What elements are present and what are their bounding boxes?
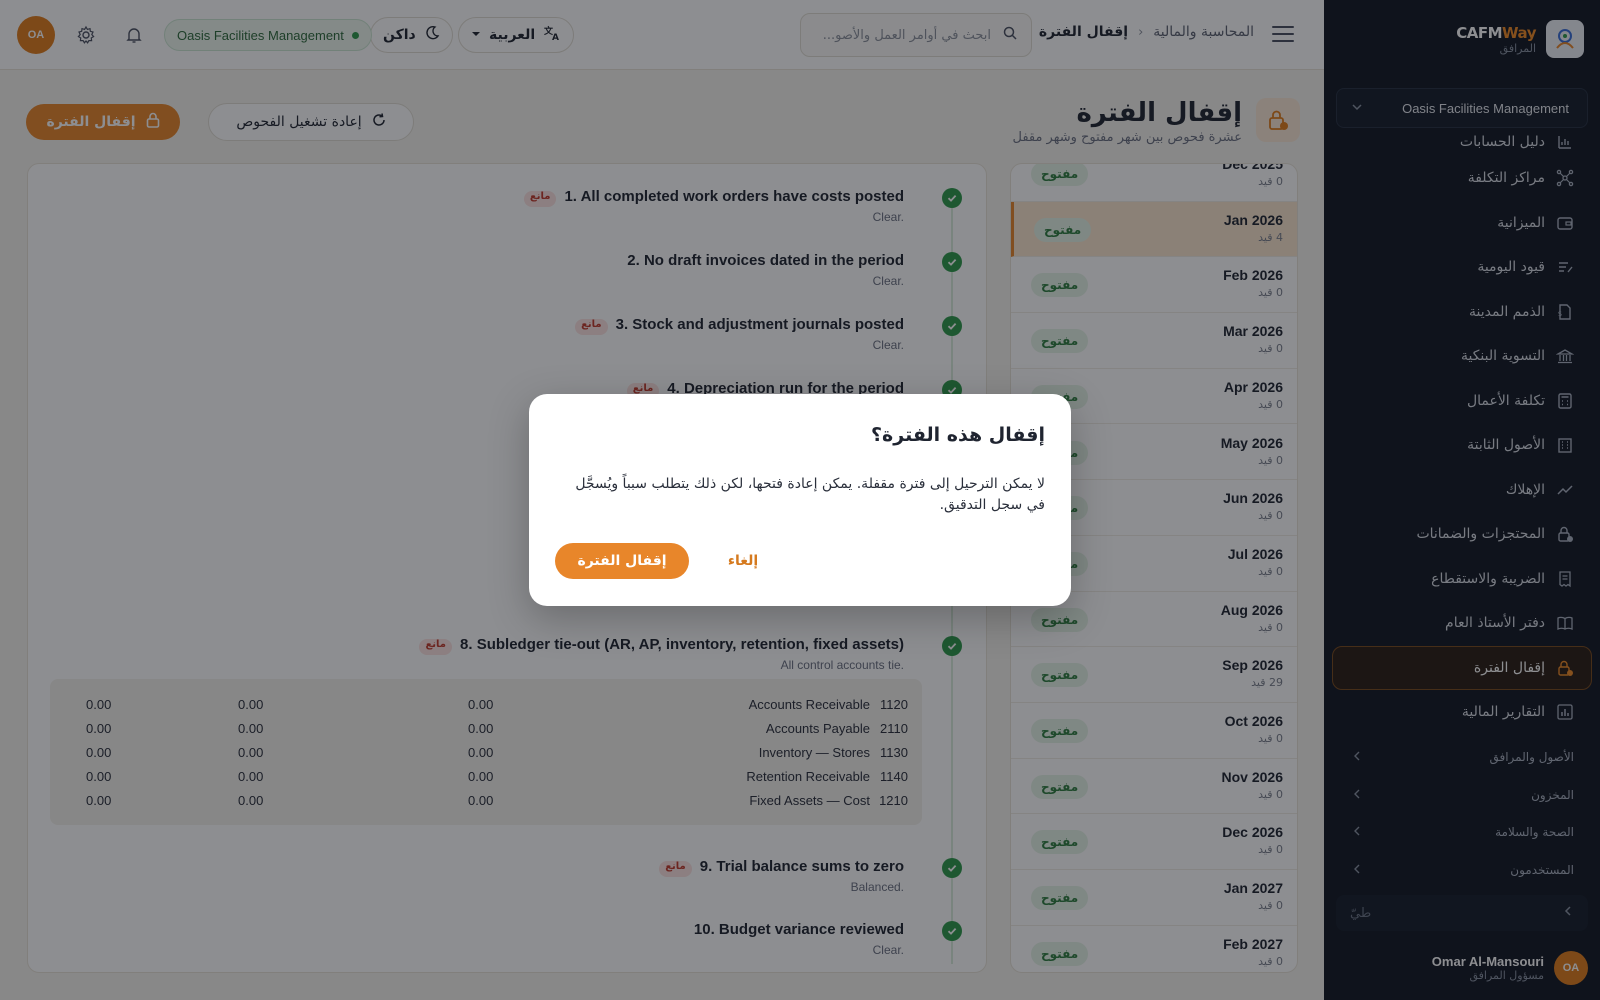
- cancel-button[interactable]: إلغاء: [713, 543, 773, 579]
- confirm-close-dialog: إقفال هذه الفترة؟ لا يمكن الترحيل إلى فت…: [529, 394, 1071, 606]
- dialog-body: لا يمكن الترحيل إلى فترة مقفلة. يمكن إعا…: [575, 476, 1045, 513]
- confirm-close-button[interactable]: إقفال الفترة: [555, 543, 689, 579]
- dialog-title: إقفال هذه الفترة؟: [871, 424, 1045, 446]
